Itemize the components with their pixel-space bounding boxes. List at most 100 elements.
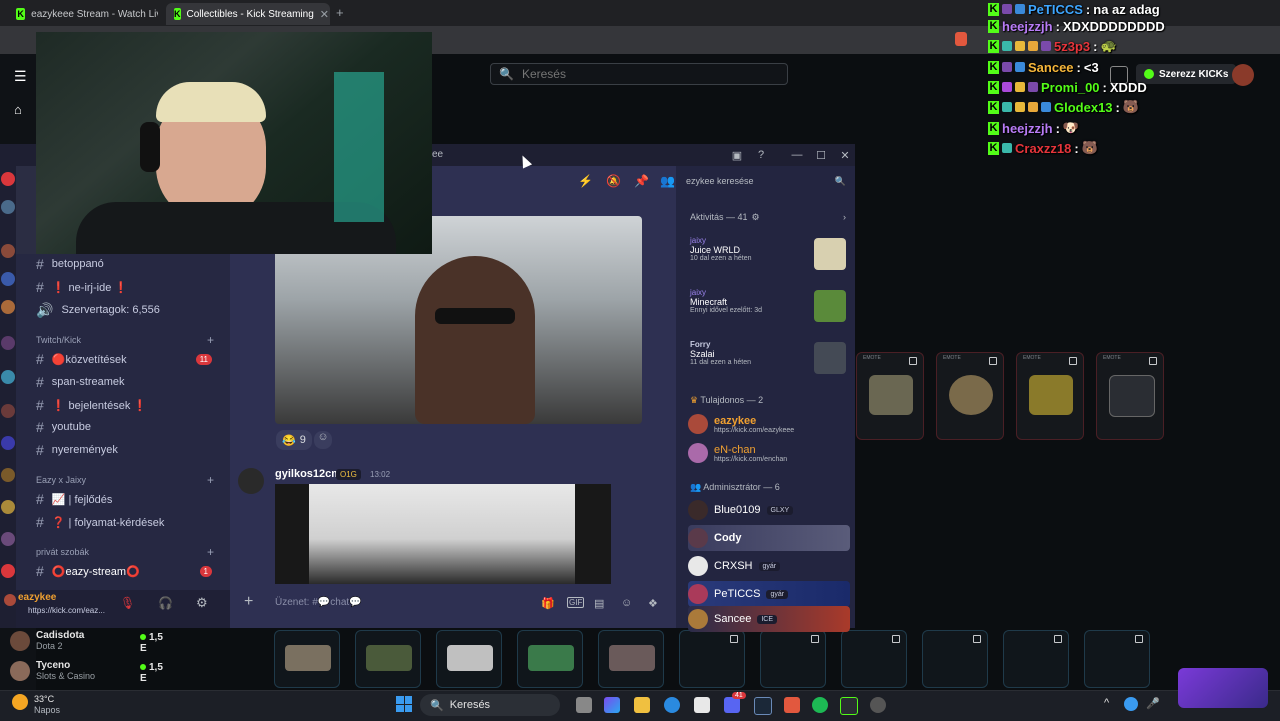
server-icon[interactable] [1, 468, 15, 482]
category-twitch-kick[interactable]: Twitch/Kick + [36, 333, 214, 347]
channel-nyeremenyek[interactable]: # nyeremények [20, 440, 220, 460]
emote-card[interactable]: EMOTE [1016, 352, 1084, 440]
followed-channel[interactable]: Cadisdota Dota 2 1,5 E [10, 630, 170, 654]
message-input[interactable]: Üzenet: #💬chat💬 [275, 597, 362, 608]
emote-card[interactable]: EMOTE [856, 352, 924, 440]
edge-icon[interactable] [664, 697, 680, 713]
followed-channel[interactable]: Tyceno Slots & Casino 1,5 E [10, 660, 170, 684]
browser-tab-active[interactable]: K Collectibles - Kick Streaming ✕ [166, 3, 330, 25]
pin-icon[interactable]: 📌 [634, 174, 649, 188]
channel-fejlodes[interactable]: # 📈 | fejlődés [20, 489, 220, 509]
add-channel-icon[interactable]: + [207, 545, 214, 559]
brave-icon[interactable] [784, 697, 800, 713]
store-icon[interactable] [694, 697, 710, 713]
weather-icon[interactable] [12, 694, 28, 710]
avatar[interactable] [4, 594, 16, 606]
copilot-icon[interactable] [604, 697, 620, 713]
category-eazy-x-jaixy[interactable]: Eazy x Jaixy + [36, 473, 214, 487]
channel-betoppano[interactable]: # betoppanó [20, 254, 220, 274]
server-icon[interactable] [1, 500, 15, 514]
message-author[interactable]: gyilkos12cm [275, 468, 341, 480]
channel-kozvetitesek[interactable]: # 🔴közvetítések 11 [20, 349, 220, 369]
channel-bejelentesek[interactable]: # ❗ bejelentések ❗ [20, 395, 220, 415]
server-icon[interactable] [1, 532, 15, 546]
server-icon[interactable] [1, 370, 15, 384]
deafen-icon[interactable]: 🎧 [158, 596, 173, 610]
member-row[interactable]: Blue0109 GLXY [688, 497, 850, 523]
server-icon[interactable] [1, 336, 15, 350]
server-icon[interactable] [1, 404, 15, 418]
member-row[interactable]: eazykee https://kick.com/eazykeee [688, 411, 850, 437]
obs-icon[interactable] [870, 697, 886, 713]
maximize-icon[interactable]: ☐ [814, 148, 828, 162]
emote-card[interactable] [517, 630, 583, 688]
emote-card[interactable] [1084, 630, 1150, 688]
browser-tab[interactable]: K eazykeee Stream - Watch Live on Kic [8, 3, 166, 25]
menu-icon[interactable]: ☰ [14, 68, 27, 85]
apps-icon[interactable]: ❖ [648, 597, 658, 610]
chevron-up-icon[interactable]: ^ [1104, 697, 1109, 709]
avatar[interactable] [238, 468, 264, 494]
reaction[interactable]: 😂 9 [276, 430, 312, 450]
microphone-icon[interactable]: 🎤 [1146, 697, 1160, 710]
kick-search-box[interactable]: 🔍 [490, 63, 788, 85]
gear-icon[interactable]: ⚙ [196, 595, 208, 611]
steam-icon[interactable] [754, 697, 772, 715]
member-row[interactable]: eN-chan https://kick.com/enchan [688, 440, 850, 466]
inbox-icon[interactable]: ▣ [730, 148, 744, 162]
add-attachment-icon[interactable]: + [244, 593, 253, 611]
activity-header[interactable]: Aktivitás — 41 ⚙ › [690, 212, 846, 223]
emoji-icon[interactable]: ☺ [621, 597, 632, 609]
discord-icon[interactable] [724, 697, 740, 713]
emote-card[interactable]: EMOTE [936, 352, 1004, 440]
emote-card[interactable] [760, 630, 826, 688]
emote-card[interactable] [598, 630, 664, 688]
member-row[interactable]: PeTICCS gyár [688, 581, 850, 607]
server-icon[interactable] [1, 564, 15, 578]
channel-folyamat-kerdesek[interactable]: # ❓ | folyamat-kérdések [20, 512, 220, 532]
server-icon[interactable] [1, 200, 15, 214]
threads-icon[interactable]: ⚡ [578, 174, 593, 188]
add-channel-icon[interactable]: + [207, 333, 214, 347]
activity-card[interactable]: jaixy Minecraft Ennyi idővel ezelőtt: 3d [690, 288, 846, 332]
close-icon[interactable]: ✕ [838, 148, 852, 162]
discord-search[interactable]: ezykee keresése 🔍 [686, 172, 846, 190]
server-icon[interactable] [1, 244, 15, 258]
mute-icon[interactable]: 🎙 [120, 596, 135, 610]
task-view-icon[interactable] [576, 697, 592, 713]
kick-search-input[interactable] [519, 66, 764, 82]
emote-card[interactable] [274, 630, 340, 688]
channel-eazy-stream[interactable]: # ⭕eazy-stream⭕ 1 [20, 561, 220, 581]
tray-icon[interactable] [1124, 697, 1138, 711]
add-channel-icon[interactable]: + [207, 473, 214, 487]
emote-card[interactable] [679, 630, 745, 688]
taskbar-search[interactable]: 🔍 Keresés [420, 694, 560, 716]
attached-video[interactable] [275, 484, 611, 584]
get-kicks-button[interactable]: Szerezz KICKs [1136, 64, 1237, 84]
emote-card[interactable]: EMOTE [1096, 352, 1164, 440]
file-explorer-icon[interactable] [634, 697, 650, 713]
channel-span-streamek[interactable]: # span-streamek [20, 372, 220, 392]
add-reaction-icon[interactable]: ☺ [314, 431, 332, 449]
gift-icon[interactable]: 🎁 [541, 597, 555, 610]
activity-card[interactable]: Forry Szalai 11 dal ezen a héten [690, 340, 846, 384]
emote-card[interactable] [1003, 630, 1069, 688]
sticker-icon[interactable]: ▤ [594, 597, 604, 610]
server-icon[interactable] [1, 272, 15, 286]
server-icon[interactable] [1, 172, 15, 186]
emote-card[interactable] [436, 630, 502, 688]
close-tab-icon[interactable]: ✕ [320, 8, 329, 21]
member-row[interactable]: Cody [688, 525, 850, 551]
activity-card[interactable]: jaixy Juice WRLD 10 dal ezen a héten [690, 236, 846, 280]
category-privat-szobak[interactable]: privát szobák + [36, 545, 214, 559]
home-icon[interactable]: ⌂ [14, 102, 22, 117]
emote-card[interactable] [841, 630, 907, 688]
mute-channel-icon[interactable]: 🔕 [606, 174, 621, 188]
emote-card[interactable] [922, 630, 988, 688]
channel-youtube[interactable]: # youtube [20, 417, 220, 437]
members-icon[interactable]: 👥 [660, 174, 675, 188]
channel-ne-irj-ide[interactable]: # ❗ ne-irj-ide ❗ [20, 277, 220, 297]
member-row[interactable]: Sancee ICE [688, 606, 850, 632]
server-icon[interactable] [1, 436, 15, 450]
member-row[interactable]: CRXSH gyár [688, 553, 850, 579]
